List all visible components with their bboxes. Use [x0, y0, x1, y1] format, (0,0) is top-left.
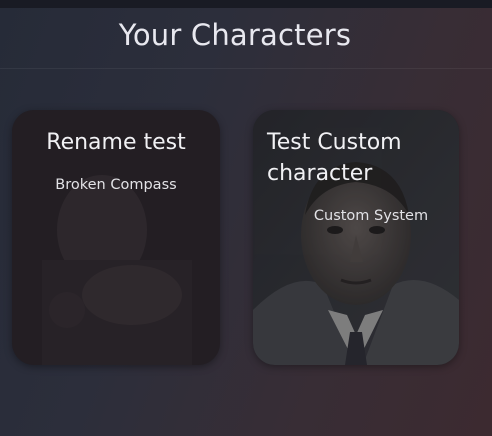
character-card[interactable]: Test Custom character Custom System — [253, 110, 459, 365]
title-divider — [0, 68, 492, 69]
top-bar — [0, 0, 492, 8]
character-system: Custom System — [313, 208, 429, 224]
character-name: Rename test — [46, 130, 186, 155]
character-system: Broken Compass — [55, 177, 177, 193]
character-card[interactable]: Rename test Broken Compass — [12, 110, 220, 365]
page-title: Your Characters — [118, 18, 352, 52]
character-name: Test Custom character — [267, 130, 402, 186]
